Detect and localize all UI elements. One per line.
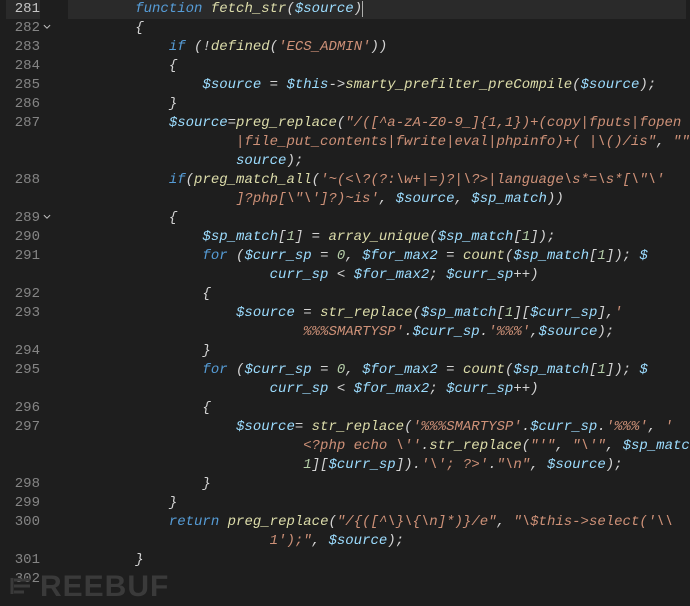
code-line[interactable]: $sp_match[1] = array_unique($sp_match[1]… xyxy=(68,228,686,247)
code-line[interactable]: curr_sp < $for_max2; $curr_sp++) xyxy=(68,266,686,285)
code-line[interactable]: } xyxy=(68,475,686,494)
code-line[interactable]: if(preg_match_all('~(<\?(?:\w+|=)?|\?>|l… xyxy=(68,171,686,190)
code-line[interactable]: $source=preg_replace("/([^a-zA-Z0-9_]{1,… xyxy=(68,114,686,133)
line-number: 286 xyxy=(6,95,40,114)
code-line[interactable]: } xyxy=(68,494,686,513)
line-number: 285 xyxy=(6,76,40,95)
line-number: 295 xyxy=(6,361,40,380)
chevron-down-icon[interactable] xyxy=(42,22,52,32)
line-number xyxy=(6,152,40,171)
code-line[interactable]: source); xyxy=(68,152,686,171)
code-area[interactable]: function fetch_str($source) { if (!defin… xyxy=(54,0,690,606)
line-number: 290 xyxy=(6,228,40,247)
code-line[interactable]: for ($curr_sp = 0, $for_max2 = count($sp… xyxy=(68,247,686,266)
code-line[interactable]: ]?php[\"\']?)~is', $source, $sp_match)) xyxy=(68,190,686,209)
line-number: 294 xyxy=(6,342,40,361)
code-line[interactable]: { xyxy=(68,19,686,38)
code-line[interactable]: 1');", $source); xyxy=(68,532,686,551)
line-number: 293 xyxy=(6,304,40,323)
line-number-gutter: 281282283284285286287 288 289290291 2922… xyxy=(0,0,54,606)
line-number: 298 xyxy=(6,475,40,494)
text-cursor xyxy=(362,1,363,17)
line-number: 291 xyxy=(6,247,40,266)
code-line[interactable]: { xyxy=(68,209,686,228)
code-line[interactable]: } xyxy=(68,551,686,570)
line-number: 301 xyxy=(6,551,40,570)
line-number xyxy=(6,266,40,285)
code-line[interactable]: 1][$curr_sp]).'\'; ?>'."\n", $source); xyxy=(68,456,686,475)
code-line[interactable]: { xyxy=(68,57,686,76)
code-line[interactable]: } xyxy=(68,95,686,114)
code-line[interactable]: if (!defined('ECS_ADMIN')) xyxy=(68,38,686,57)
line-number: 281 xyxy=(6,0,40,19)
line-number: 282 xyxy=(6,19,40,38)
line-number xyxy=(6,323,40,342)
line-number: 287 xyxy=(6,114,40,133)
code-line[interactable]: curr_sp < $for_max2; $curr_sp++) xyxy=(68,380,686,399)
line-number: 299 xyxy=(6,494,40,513)
chevron-down-icon[interactable] xyxy=(42,212,52,222)
line-number: 283 xyxy=(6,38,40,57)
line-number xyxy=(6,380,40,399)
line-number: 284 xyxy=(6,57,40,76)
code-line[interactable]: $source = str_replace($sp_match[1][$curr… xyxy=(68,304,686,323)
line-number: 288 xyxy=(6,171,40,190)
code-editor[interactable]: 281282283284285286287 288 289290291 2922… xyxy=(0,0,690,606)
code-line[interactable]: |file_put_contents|fwrite|eval|phpinfo)+… xyxy=(68,133,686,152)
line-number: 302 xyxy=(6,570,40,589)
line-number xyxy=(6,190,40,209)
code-line[interactable]: } xyxy=(68,342,686,361)
code-line[interactable]: $source = $this->smarty_prefilter_preCom… xyxy=(68,76,686,95)
code-line[interactable]: { xyxy=(68,285,686,304)
code-line[interactable]: return preg_replace("/{([^\}\{\n]*)}/e",… xyxy=(68,513,686,532)
code-line[interactable]: <?php echo \''.str_replace("'", "\'", $s… xyxy=(68,437,686,456)
code-line[interactable] xyxy=(68,570,686,589)
line-number: 296 xyxy=(6,399,40,418)
line-number xyxy=(6,437,40,456)
line-number: 297 xyxy=(6,418,40,437)
line-number: 289 xyxy=(6,209,40,228)
code-line[interactable]: for ($curr_sp = 0, $for_max2 = count($sp… xyxy=(68,361,686,380)
code-line[interactable]: %%%SMARTYSP'.$curr_sp.'%%%',$source); xyxy=(68,323,686,342)
line-number: 300 xyxy=(6,513,40,532)
code-line[interactable]: $source= str_replace('%%%SMARTYSP'.$curr… xyxy=(68,418,686,437)
line-number xyxy=(6,456,40,475)
code-line[interactable]: { xyxy=(68,399,686,418)
line-number xyxy=(6,133,40,152)
line-number xyxy=(6,532,40,551)
line-number: 292 xyxy=(6,285,40,304)
code-line[interactable]: function fetch_str($source) xyxy=(68,0,686,19)
